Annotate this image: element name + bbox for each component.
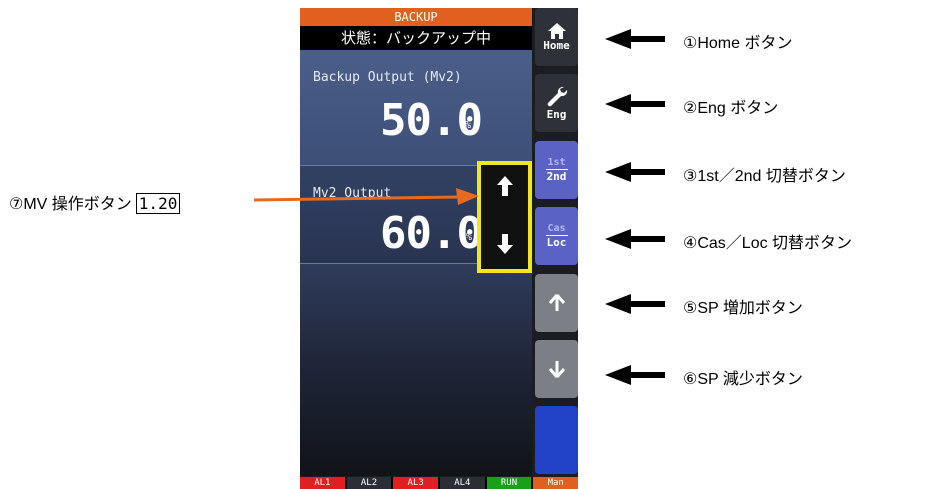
black-left-arrow-icon: [605, 229, 665, 249]
first-second-toggle-button[interactable]: 1st 2nd: [535, 141, 578, 199]
callout-cas-loc: ④Cas／Loc 切替ボタン: [683, 235, 853, 252]
callout-sp-increase: ⑤SP 増加ボタン: [683, 300, 803, 317]
controller-screen: BACKUP 状態：バックアップ中 Backup Output (Mv2) 50…: [300, 8, 578, 489]
callout-1st-2nd: ③1st／2nd 切替ボタン: [683, 168, 846, 185]
callout-mv-text: ⑦MV 操作ボタン: [9, 196, 132, 213]
alarm-al3: AL3: [393, 477, 439, 489]
backup-output-label: Backup Output (Mv2): [313, 70, 462, 85]
backup-output-box: Backup Output (Mv2) 50.0 %: [300, 65, 532, 160]
mv-operation-buttons: [477, 161, 532, 273]
mode-bar: BACKUP: [300, 8, 532, 26]
state-bar: 状態：バックアップ中: [300, 26, 532, 50]
first-label: 1st: [547, 157, 566, 168]
backup-output-unit: %: [465, 120, 472, 131]
black-left-arrow-icon: [605, 162, 665, 182]
arrow-down-icon: [548, 361, 565, 378]
status-run: RUN: [486, 477, 532, 489]
wrench-icon: [547, 86, 567, 106]
alarm-status-bar: AL1 AL2 AL3 AL4 RUN Man: [300, 477, 578, 489]
cas-loc-toggle-button[interactable]: Cas Loc: [535, 207, 578, 265]
callout-mv-operation: ⑦MV 操作ボタン 1.20: [9, 190, 181, 214]
alarm-al2: AL2: [346, 477, 392, 489]
callout-eng: ②Eng ボタン: [683, 100, 779, 117]
black-left-arrow-icon: [605, 94, 665, 114]
eng-button[interactable]: Eng: [535, 74, 578, 132]
callout-sp-decrease: ⑥SP 減少ボタン: [683, 371, 803, 388]
main-panel: BACKUP 状態：バックアップ中 Backup Output (Mv2) 50…: [300, 8, 532, 476]
eng-button-label: Eng: [546, 107, 567, 121]
alarm-al4: AL4: [440, 477, 485, 489]
callout-mv-reference: 1.20: [135, 193, 181, 214]
home-button-label: Home: [543, 38, 570, 52]
mv2-output-unit: %: [466, 232, 473, 243]
mv-increase-button[interactable]: [487, 169, 522, 203]
home-icon: [547, 22, 566, 39]
status-man: Man: [533, 477, 578, 489]
black-left-arrow-icon: [605, 29, 665, 49]
arrow-down-icon: [496, 234, 513, 254]
loc-label: Loc: [546, 236, 567, 249]
black-left-arrow-icon: [605, 365, 665, 385]
alarm-al1: AL1: [300, 477, 345, 489]
arrow-up-icon: [548, 294, 565, 311]
second-label: 2nd: [546, 170, 567, 183]
home-button[interactable]: Home: [535, 8, 578, 66]
black-left-arrow-icon: [605, 294, 665, 314]
callout-home: ①Home ボタン: [683, 35, 793, 52]
arrow-up-icon: [496, 176, 513, 196]
mv-decrease-button[interactable]: [487, 227, 522, 261]
sp-decrease-button[interactable]: [535, 340, 578, 398]
cas-label: Cas: [547, 223, 566, 234]
blank-blue-button[interactable]: [535, 406, 578, 474]
orange-callout-arrow-icon: [254, 188, 479, 205]
sp-increase-button[interactable]: [535, 274, 578, 332]
